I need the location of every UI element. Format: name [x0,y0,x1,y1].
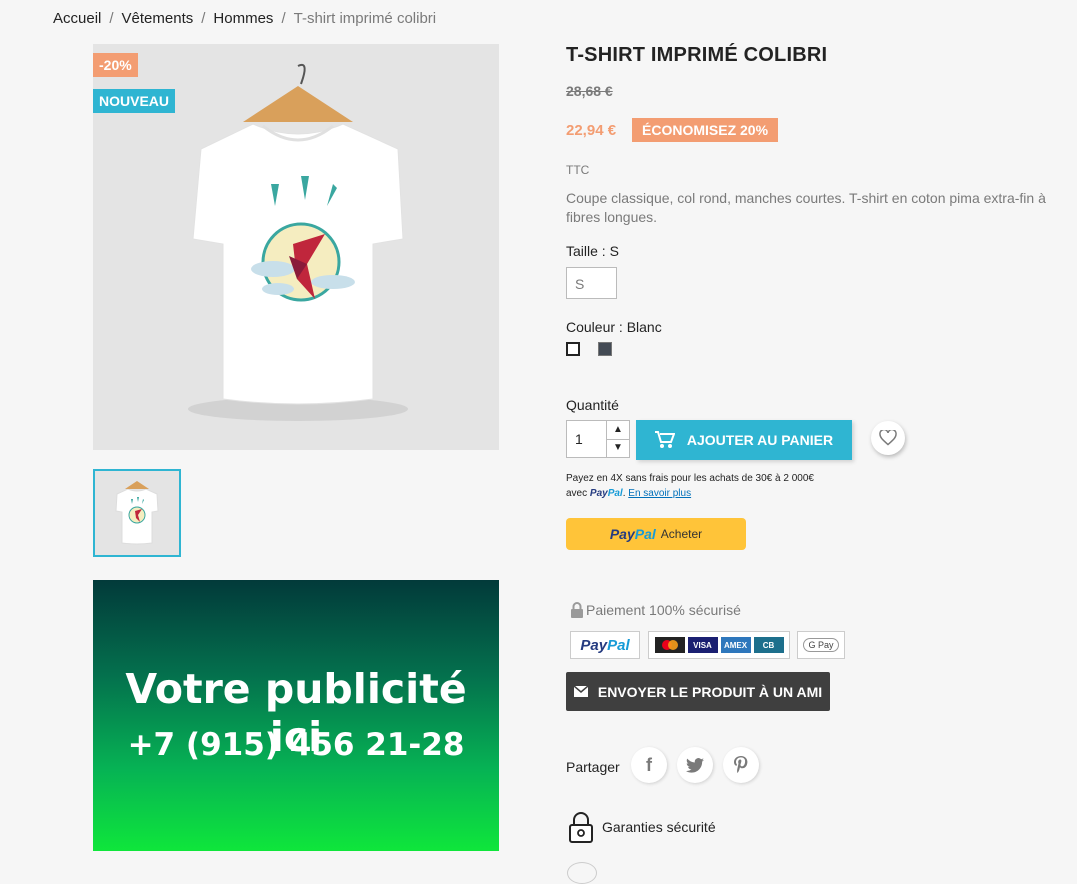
ad-phone: +7 (915) 456 21-28 [127,727,465,763]
paypal-button-label: Acheter [660,527,703,541]
add-to-cart-button[interactable]: AJOUTER AU PANIER [636,420,852,460]
new-flag: NOUVEAU [93,89,176,113]
quantity-input[interactable]: 1 [575,431,583,447]
product-thumbnail[interactable] [93,469,181,557]
pay4x-prefix: avec [566,488,588,499]
paypal-4x-message: Payez en 4X sans frais pour les achats d… [566,473,814,499]
reassurance-icon [567,862,597,884]
breadcrumb-clothes-link[interactable]: Vêtements [122,10,194,27]
breadcrumb-separator: / [201,10,206,27]
paypal-card-logo: Pay Pal [570,631,640,659]
savings-badge: ÉCONOMISEZ 20% [632,118,779,142]
twitter-icon [686,757,704,773]
current-price: 22,94 € [566,122,617,139]
quantity-increase-button[interactable]: ▲ [606,421,629,440]
breadcrumb-separator: / [281,10,286,27]
breadcrumb-home-link[interactable]: Accueil [53,10,101,27]
breadcrumb-separator: / [109,10,114,27]
cb-logo: CB [753,637,784,653]
regular-price: 28,68 € [566,83,613,99]
add-to-cart-label: AJOUTER AU PANIER [686,432,834,448]
color-swatch-white[interactable] [566,342,580,356]
color-swatch-dark[interactable] [598,342,612,356]
send-to-friend-button[interactable]: ENVOYER LE PRODUIT À UN AMI [566,672,830,711]
padlock-icon [568,812,594,849]
twitter-share-button[interactable] [677,747,713,783]
discount-flag: -20% [93,53,138,77]
tax-label: TTC [566,163,590,177]
pinterest-share-button[interactable] [723,747,759,783]
credit-cards-logos: VISA AMEX CB [648,631,790,659]
paypal-checkout-button[interactable]: PayPal Acheter [566,518,746,550]
size-select[interactable]: S [566,267,617,299]
secure-payment-label: Paiement 100% sécurisé [570,602,741,618]
breadcrumb-men-link[interactable]: Hommes [213,10,273,27]
facebook-icon: f [646,754,652,775]
breadcrumb: Accueil / Vêtements / Hommes / T-shirt i… [53,10,436,27]
learn-more-link[interactable]: En savoir plus [628,488,691,499]
amex-logo: AMEX [720,637,751,653]
send-to-friend-label: ENVOYER LE PRODUIT À UN AMI [597,683,823,700]
heart-icon [879,430,897,446]
pay4x-text: Payez en 4X sans frais pour les achats d… [566,473,814,484]
lock-icon [571,602,583,618]
quantity-decrease-button[interactable]: ▼ [606,439,629,457]
breadcrumb-current: T-shirt imprimé colibri [293,10,437,27]
google-pay-logo: G Pay [797,631,845,659]
guarantee-label: Garanties sécurité [602,819,716,835]
quantity-label: Quantité [566,397,619,413]
envelope-icon [573,686,588,697]
wishlist-button[interactable] [871,421,905,455]
facebook-share-button[interactable]: f [631,747,667,783]
product-title: T-SHIRT IMPRIMÉ COLIBRI [566,44,828,66]
tshirt-thumbnail-image [115,481,159,545]
paypal-logo-small: PayPal [589,488,623,499]
mastercard-logo [654,637,685,653]
share-label: Partager [566,759,620,775]
quantity-stepper[interactable]: 1 ▲ ▼ [566,420,630,458]
cart-icon [654,431,675,448]
color-label: Couleur : Blanc [566,319,662,335]
size-label: Taille : S [566,243,619,259]
visa-logo: VISA [687,637,718,653]
secure-payment-text: Paiement 100% sécurisé [586,602,741,618]
paypal-logo: PayPal [609,526,656,542]
pinterest-icon [734,756,748,773]
ad-banner[interactable]: Votre publicité ici +7 (915) 456 21-28 [93,580,499,851]
product-description: Coupe classique, col rond, manches court… [566,190,1046,225]
product-main-image[interactable]: -20% NOUVEAU [93,44,499,450]
